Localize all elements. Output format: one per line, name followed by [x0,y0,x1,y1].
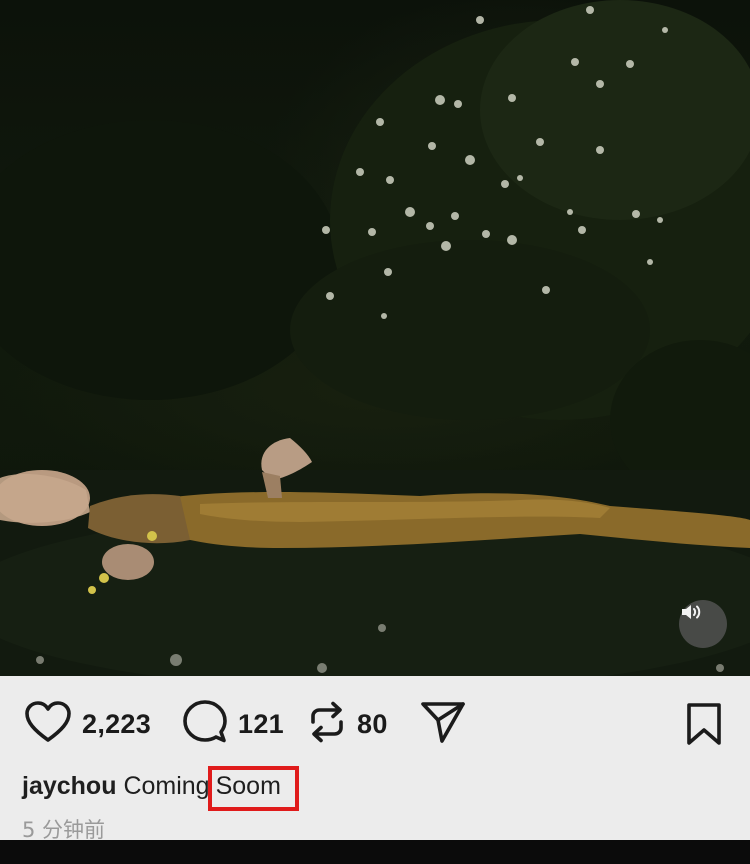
send-paper-plane-icon [420,700,466,749]
like-button[interactable]: 2,223 [24,700,151,748]
repost-arrows-icon [307,700,347,749]
volume-toggle-button[interactable] [679,600,727,648]
bookmark-icon [684,703,724,750]
heart-icon [24,700,72,749]
comment-count: 121 [238,708,284,739]
video-frame [0,0,750,676]
highlighted-word: Soom [207,766,299,811]
post-footer: 2,223 121 80 jaychou Coming Soom 5 分钟前 [0,676,750,842]
repost-button[interactable]: 80 [307,700,388,748]
post-caption: jaychou Coming Soom [22,766,299,811]
bottom-bar [0,840,750,864]
post: 2,223 121 80 jaychou Coming Soom 5 分钟前 [0,0,750,864]
username-link[interactable]: jaychou [22,772,116,800]
speech-bubble-icon [182,699,228,750]
like-count: 2,223 [82,708,152,739]
comment-button[interactable]: 121 [182,699,284,750]
caption-text: Coming [123,772,210,800]
action-bar: 2,223 121 80 [0,676,750,768]
repost-count: 80 [357,708,388,739]
post-video[interactable] [0,0,750,676]
share-button[interactable] [420,700,466,748]
bookmark-button[interactable] [684,702,724,751]
